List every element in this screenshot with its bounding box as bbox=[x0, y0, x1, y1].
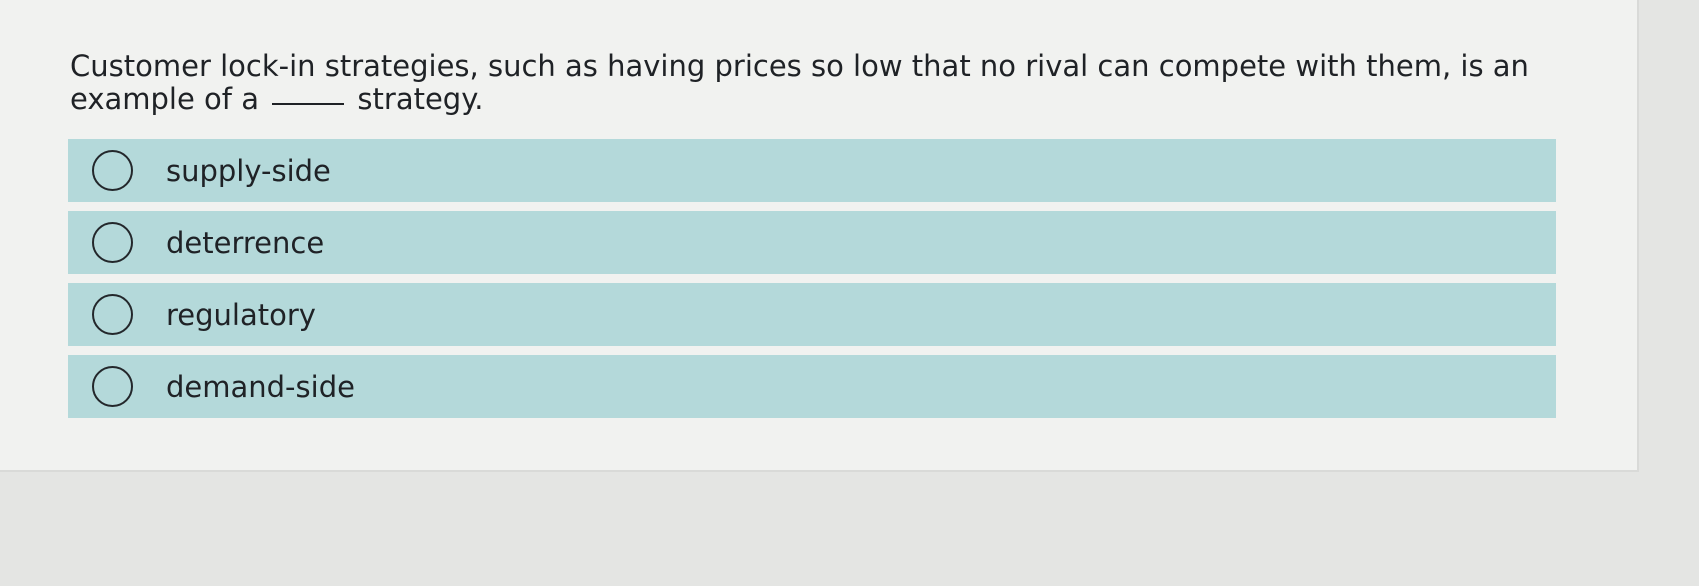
option-supply-side[interactable]: supply-side bbox=[68, 139, 1556, 202]
radio-button[interactable] bbox=[92, 366, 133, 407]
radio-button[interactable] bbox=[92, 294, 133, 335]
radio-button[interactable] bbox=[92, 222, 133, 263]
answer-blank bbox=[272, 103, 345, 105]
option-label: regulatory bbox=[166, 297, 316, 332]
question-stem: Customer lock-in strategies, such as hav… bbox=[70, 49, 1529, 116]
option-regulatory[interactable]: regulatory bbox=[68, 283, 1556, 346]
option-label: deterrence bbox=[166, 225, 325, 260]
question-text: Customer lock-in strategies, such as hav… bbox=[70, 50, 1570, 116]
option-deterrence[interactable]: deterrence bbox=[68, 211, 1556, 274]
question-stem-end: strategy. bbox=[357, 82, 484, 116]
option-demand-side[interactable]: demand-side bbox=[68, 355, 1556, 418]
question-card: Customer lock-in strategies, such as hav… bbox=[0, 0, 1639, 472]
radio-button[interactable] bbox=[92, 150, 133, 191]
answer-options: supply-side deterrence regulatory demand… bbox=[68, 139, 1556, 427]
option-label: supply-side bbox=[166, 153, 331, 188]
option-label: demand-side bbox=[166, 369, 355, 404]
